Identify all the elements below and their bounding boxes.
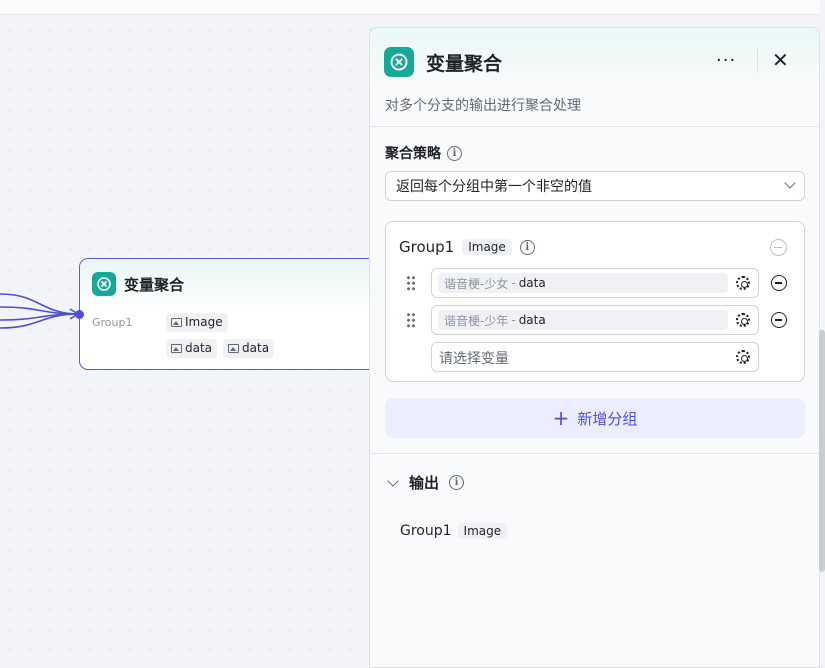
close-panel-button[interactable]: ✕ [772,48,789,72]
image-icon [228,343,240,353]
variable-select-row: 请选择变量 [386,342,806,372]
node-var-tag: data [166,338,218,358]
panel-header: 变量聚合 ··· ✕ 对多个分支的输出进行聚合处理 [370,28,819,127]
info-icon[interactable]: i [449,475,465,490]
info-icon[interactable]: i [519,239,535,255]
variable-input[interactable]: 谐音梗-少女 - data [431,268,759,298]
aggregator-icon [92,272,116,296]
drag-handle-icon[interactable] [406,312,416,328]
edge-2 [0,306,81,315]
panel-description[interactable]: 对多个分支的输出进行聚合处理 [385,95,581,115]
panel-title[interactable]: 变量聚合 [426,49,502,76]
output-label: 输出 [409,474,440,492]
image-icon [171,317,182,327]
variable-aggregator-node[interactable]: 变量聚合 Group1 Image data data [79,258,379,370]
node-group-row: Group1 Image [80,309,378,335]
gear-icon[interactable] [736,350,750,364]
more-options-button[interactable]: ··· [716,50,736,71]
variable-select-input[interactable]: 请选择变量 [431,342,759,372]
node-input-handle[interactable] [75,310,84,319]
top-toolbar [0,0,825,15]
node-group-type-tag: Image [166,312,228,332]
variable-row: 谐音梗-少年 - data [386,305,806,335]
node-group-label: Group1 [92,315,133,329]
add-group-label: 新增分组 [577,409,638,428]
gear-icon[interactable] [736,313,750,327]
remove-group-icon[interactable] [770,239,787,256]
remove-variable-icon[interactable] [771,312,787,328]
add-group-button[interactable]: + 新增分组 [385,398,805,438]
output-row: Group1 Image [400,523,508,539]
section-divider [370,453,819,454]
plus-icon: + [552,406,570,430]
image-icon [171,343,182,353]
output-type-badge: Image [457,523,508,539]
output-section-header[interactable]: 输出 i [385,472,465,493]
variable-row: 谐音梗-少女 - data [386,268,806,298]
chevron-down-icon [784,177,796,189]
node-settings-panel: 变量聚合 ··· ✕ 对多个分支的输出进行聚合处理 聚合策略 i 返回每个分组中… [369,27,820,668]
info-icon[interactable]: i [447,145,462,161]
node-var-tag: data [223,338,275,358]
drag-handle-icon[interactable] [406,275,416,291]
strategy-select[interactable]: 返回每个分组中第一个非空的值 [385,171,805,201]
group-card: Group1 Image i 谐音梗-少女 - data 谐音梗-少年 - da… [385,221,805,382]
panel-scrollbar[interactable] [819,330,825,572]
group-name[interactable]: Group1 [399,238,454,256]
remove-variable-icon[interactable] [771,275,787,291]
node-header: 变量聚合 [80,259,378,309]
group-title: Group1 Image i [399,238,535,256]
node-vars-row: data data [80,335,378,361]
group-type-badge: Image [462,239,512,255]
output-name: Group1 [400,523,452,539]
variable-select-placeholder: 请选择变量 [439,351,509,367]
header-divider [757,49,758,73]
node-title: 变量聚合 [124,275,185,294]
edge-4 [0,313,81,329]
gear-icon[interactable] [736,276,750,290]
variable-input[interactable]: 谐音梗-少年 - data [431,305,759,335]
strategy-label: 聚合策略 i [385,143,462,163]
variable-chip: 谐音梗-少年 - data [438,310,728,330]
strategy-selected-value: 返回每个分组中第一个非空的值 [396,179,592,195]
variable-chip: 谐音梗-少女 - data [438,273,728,293]
chevron-down-icon[interactable] [387,474,399,487]
aggregator-icon [384,47,414,77]
